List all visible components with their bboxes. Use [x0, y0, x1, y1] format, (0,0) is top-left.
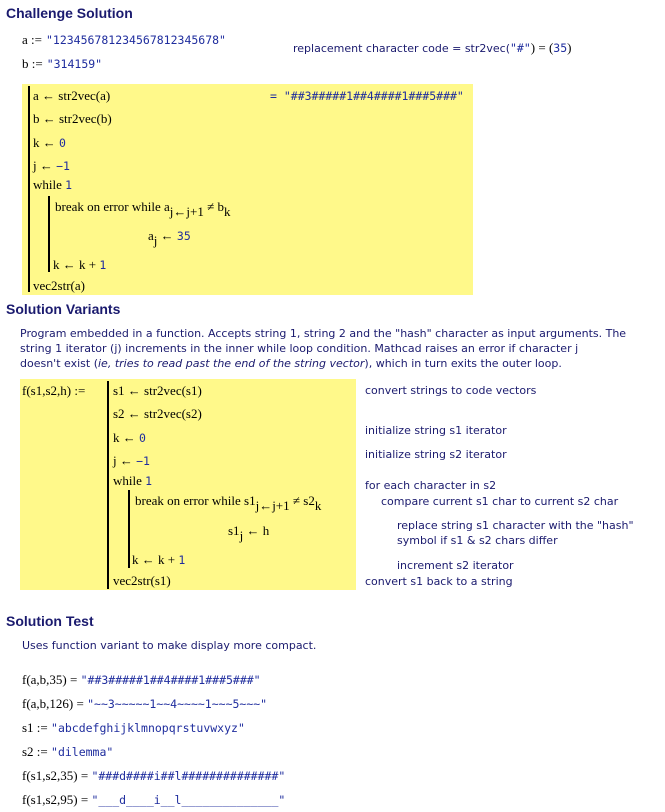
comment: convert strings to code vectors: [365, 384, 537, 397]
program-line-assign: aj ← 35: [148, 228, 191, 248]
program-bar-outer: [28, 86, 30, 292]
variants-description: Program embedded in a function. Accepts …: [20, 327, 627, 370]
comment: for each character in s2: [365, 479, 497, 492]
comment: compare current s1 char to current s2 ch…: [381, 495, 619, 508]
section-heading-variants: Solution Variants: [6, 301, 121, 317]
program-line-assign: s1j ← h: [228, 523, 270, 543]
program-bar-inner: [128, 490, 130, 568]
test-row[interactable]: f(a,b,35) = "##3#####1##4####1###5###": [22, 671, 261, 689]
program-line: s2 ← str2vec(s2): [113, 406, 202, 421]
program-line-break: break on error while s1j←j+1 ≠ s2k: [135, 493, 322, 513]
test-row[interactable]: s2 := "dilemma": [22, 743, 113, 761]
program-line: k ← 0: [33, 135, 66, 150]
definition-a[interactable]: a := "123456781234567812345678": [22, 31, 226, 49]
replacement-code-note[interactable]: replacement character code = str2vec("#"…: [293, 39, 571, 57]
definition-b[interactable]: b := "314159": [22, 55, 102, 73]
program-line-increment: k ← k + 1: [53, 257, 107, 272]
program-line-return: vec2str(a): [33, 278, 85, 293]
comment: replace string s1 character with the "ha…: [397, 519, 634, 532]
program-line: j ← −1: [33, 158, 70, 173]
comment: convert s1 back to a string: [365, 575, 513, 588]
program-line: k ← 0: [113, 430, 146, 445]
test-row[interactable]: f(a,b,126) = "~~3~~~~~1~~4~~~~1~~~5~~~": [22, 695, 267, 713]
comment: symbol if s1 & s2 chars differ: [397, 534, 558, 547]
section-heading-challenge: Challenge Solution: [6, 5, 133, 21]
program-bar-outer: [107, 381, 109, 589]
program-line: a ← str2vec(a): [33, 88, 111, 103]
comment: increment s2 iterator: [397, 559, 514, 572]
program-line: j ← −1: [113, 453, 150, 468]
program-line-break: break on error while aj←j+1 ≠ bk: [55, 199, 231, 219]
test-note: Uses function variant to make display mo…: [22, 639, 317, 652]
section-heading-test: Solution Test: [6, 613, 94, 629]
program-line: b ← str2vec(b): [33, 111, 112, 126]
function-definition: f(s1,s2,h) :=: [22, 383, 86, 398]
program-line-increment: k ← k + 1: [132, 552, 186, 567]
test-row[interactable]: s1 := "abcdefghijklmnopqrstuvwxyz": [22, 719, 245, 737]
program-line: s1 ← str2vec(s1): [113, 383, 202, 398]
program-result: = "##3#####1##4####1###5###": [270, 89, 464, 103]
test-row[interactable]: f(s1,s2,95) = "___d____i__l_____________…: [22, 791, 285, 809]
program-line: while 1: [113, 473, 153, 488]
comment: initialize string s1 iterator: [365, 424, 507, 437]
program-bar-inner: [48, 196, 50, 272]
program-line-return: vec2str(s1): [113, 573, 171, 588]
comment: initialize string s2 iterator: [365, 448, 507, 461]
test-row[interactable]: f(s1,s2,35) = "###d####i##l#############…: [22, 767, 285, 785]
program-line: while 1: [33, 177, 73, 192]
